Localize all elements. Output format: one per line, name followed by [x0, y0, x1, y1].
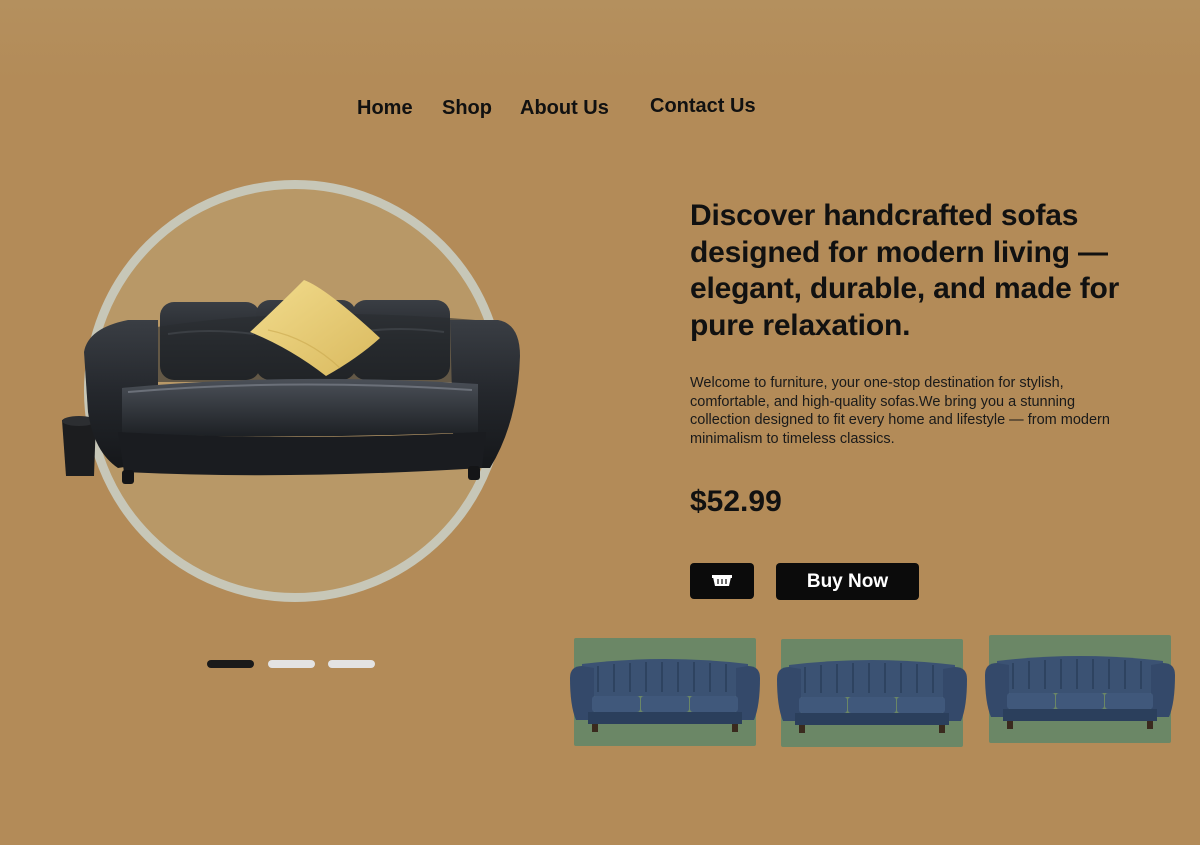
nav-item-home[interactable]: Home: [357, 97, 413, 120]
chesterfield-sofa-thumbnail: [570, 659, 760, 732]
product-thumbnail-3[interactable]: [985, 635, 1175, 743]
carousel-dot-2[interactable]: [268, 660, 315, 668]
carousel-dot-1[interactable]: [207, 660, 254, 668]
product-thumbnail-2[interactable]: [777, 639, 967, 747]
hero-headline: Discover handcrafted sofas designed for …: [690, 199, 1120, 342]
carousel-dot-3[interactable]: [328, 660, 375, 668]
nav-item-contact-us[interactable]: Contact Us: [650, 95, 756, 118]
hero-description: Welcome to furniture, your one-stop dest…: [690, 375, 1110, 447]
hero-product-image: [58, 272, 528, 492]
product-price: $52.99: [690, 485, 782, 518]
nav-item-about-us[interactable]: About Us: [520, 97, 609, 120]
buy-now-button[interactable]: Buy Now: [776, 563, 919, 600]
chesterfield-sofa-thumbnail: [985, 656, 1175, 729]
leather-sofa-image: [62, 280, 520, 484]
basket-icon: [712, 575, 732, 586]
chesterfield-sofa-thumbnail: [777, 660, 967, 733]
add-to-cart-button[interactable]: [690, 563, 754, 599]
page: Home Shop About Us Contact Us Discover h…: [0, 0, 1200, 845]
product-thumbnail-1[interactable]: [570, 638, 760, 746]
top-band: [0, 0, 1200, 80]
carousel-indicators: [207, 660, 377, 670]
nav-item-shop[interactable]: Shop: [442, 97, 492, 120]
